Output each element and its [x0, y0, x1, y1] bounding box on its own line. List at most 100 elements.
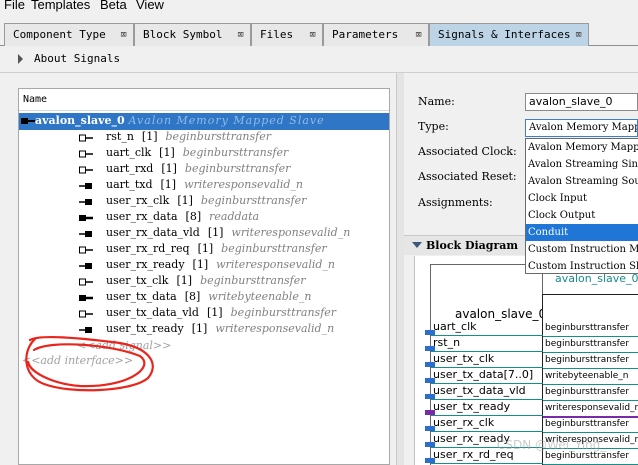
menu-beta[interactable]: Beta — [100, 0, 127, 12]
type-label: Type: — [418, 120, 449, 133]
port-signal-type: beginbursttransfer — [200, 194, 307, 207]
input-port-icon — [79, 327, 92, 333]
port-row[interactable]: uart_rxd [1] beginbursttransfer — [19, 162, 389, 178]
add-signal-link[interactable]: <<add signal>> — [77, 339, 171, 352]
block-port-label: user_tx_ready — [433, 400, 511, 413]
signal-wire — [543, 416, 638, 418]
port-row[interactable]: rst_n [1] beginbursttransfer — [19, 130, 389, 146]
signal-wire — [543, 336, 638, 337]
split-divider[interactable] — [396, 73, 404, 465]
port-label: user_tx_data_vld — [106, 306, 199, 319]
port-label: user_tx_clk — [106, 274, 169, 287]
port-label: user_tx_data — [106, 290, 177, 303]
type-option[interactable]: Clock Output — [526, 207, 638, 224]
port-label: user_rx_ready — [106, 258, 185, 271]
port-width: [1] — [197, 242, 214, 255]
port-signal-type: beginbursttransfer — [165, 130, 271, 143]
type-option[interactable]: Avalon Streaming Sink — [526, 156, 638, 173]
interface-type: Avalon Memory Mapped Slave — [128, 114, 325, 127]
signals-tree[interactable]: Name avalon_slave_0 Avalon Memory Mapped… — [18, 88, 390, 465]
port-signal-type: beginbursttransfer — [182, 146, 289, 159]
input-port-icon — [79, 183, 92, 189]
block-port: user_tx_clk — [425, 352, 543, 368]
close-icon[interactable]: ⌧ — [309, 24, 316, 45]
port-row[interactable]: user_tx_ready [1] writeresponsevalid_n — [19, 322, 389, 338]
tab-parameters[interactable]: Parameters ⌧ — [323, 23, 429, 46]
port-signal-type: beginbursttransfer — [184, 162, 291, 175]
signal-wire — [543, 384, 638, 385]
type-option[interactable]: Custom Instruction Master — [526, 241, 638, 258]
port-row[interactable]: uart_clk [1] beginbursttransfer — [19, 146, 389, 162]
port-label: uart_txd — [106, 178, 153, 191]
port-label: user_rx_rd_req — [106, 242, 190, 255]
interface-name-input[interactable]: avalon_slave_0 — [525, 93, 638, 111]
expand-triangle-icon[interactable] — [18, 54, 23, 64]
watermark: CSDN @Wei_Ying_ — [497, 438, 607, 452]
port-row[interactable]: user_tx_data [8] writebyteenable_n — [19, 290, 389, 306]
port-row[interactable]: user_rx_ready [1] writeresponsevalid_n — [19, 258, 389, 274]
port-name: user_tx_data_vld [1] beginbursttransfer — [106, 306, 336, 319]
port-label: user_tx_ready — [106, 322, 184, 335]
close-icon[interactable]: ⌧ — [575, 24, 582, 45]
block-signal-type: beginbursttransfer — [545, 339, 630, 349]
collapse-triangle-icon[interactable] — [412, 242, 422, 248]
close-icon[interactable]: ⌧ — [415, 24, 422, 45]
assignments-label: Assignments: — [418, 196, 493, 209]
port-width: [1] — [177, 194, 193, 207]
port-row[interactable]: user_rx_data_vld [1] writeresponsevalid_n — [19, 226, 389, 242]
tab-label: Block Symbol — [143, 28, 223, 41]
type-option[interactable]: Avalon Streaming Source — [526, 173, 638, 190]
tab-component-type[interactable]: Component Type ⌧ — [4, 23, 134, 46]
block-port-label: user_tx_data[7..0] — [433, 368, 534, 381]
port-row[interactable]: uart_txd [1] writeresponsevalid_n — [19, 178, 389, 194]
type-select[interactable]: Avalon Memory Mapped Slave — [525, 119, 638, 137]
tab-signals-interfaces[interactable]: Signals & Interfaces ⌧ — [429, 23, 589, 46]
menu-view[interactable]: View — [136, 0, 164, 12]
close-icon[interactable]: ⌧ — [120, 24, 127, 45]
type-option[interactable]: Avalon Memory Mapped Master — [526, 139, 638, 156]
tab-block-symbol[interactable]: Block Symbol ⌧ — [134, 23, 251, 46]
type-option[interactable]: Custom Instruction Slave — [526, 258, 638, 273]
input-port-icon — [79, 263, 92, 269]
port-name: uart_clk [1] beginbursttransfer — [106, 146, 288, 159]
signal-wire — [543, 400, 638, 401]
block-signal-type: writeresponsevalid_n — [545, 403, 638, 413]
interface-row-avalon-slave-0[interactable]: avalon_slave_0 Avalon Memory Mapped Slav… — [19, 113, 389, 130]
block-port-label: user_rx_clk — [433, 416, 495, 429]
port-row[interactable]: user_rx_clk [1] beginbursttransfer — [19, 194, 389, 210]
block-port: user_tx_data[7..0] — [425, 368, 543, 384]
type-dropdown-list[interactable]: Avalon Memory Mapped MasterAvalon Stream… — [525, 138, 638, 274]
port-width: [1] — [206, 306, 223, 319]
block-signal-type: beginbursttransfer — [545, 451, 630, 461]
port-row[interactable]: user_rx_data [8] readdata — [19, 210, 389, 226]
port-name: user_rx_data [8] readdata — [106, 210, 259, 223]
port-name: user_rx_ready [1] writeresponsevalid_n — [106, 258, 335, 271]
tab-label: Signals & Interfaces — [438, 28, 571, 41]
tab-label: Component Type — [13, 28, 106, 41]
input-port-icon — [79, 231, 92, 237]
menu-templates[interactable]: Templates — [31, 0, 90, 12]
block-port: user_rx_clk — [425, 416, 543, 432]
port-row[interactable]: user_tx_data_vld [1] beginbursttransfer — [19, 306, 389, 322]
port-row[interactable]: user_tx_clk [1] beginbursttransfer — [19, 274, 389, 290]
port-signal-type: readdata — [209, 210, 260, 223]
menu-file[interactable]: File — [4, 0, 25, 12]
port-name: uart_txd [1] writeresponsevalid_n — [106, 178, 303, 191]
add-interface-link[interactable]: <<add interface>> — [22, 354, 133, 367]
port-width: [1] — [161, 162, 177, 175]
tab-files[interactable]: Files ⌧ — [251, 23, 323, 46]
block-signal-type: beginbursttransfer — [545, 355, 630, 365]
block-port: rst_n — [425, 336, 543, 352]
name-label: Name: — [418, 95, 455, 108]
port-label: user_rx_data — [106, 210, 178, 223]
block-port-label: uart_clk — [433, 320, 477, 333]
block-port: user_tx_data_vld — [425, 384, 543, 400]
output-port-icon — [79, 134, 93, 142]
about-signals-section[interactable]: About Signals — [0, 47, 638, 73]
type-option[interactable]: Clock Input — [526, 190, 638, 207]
port-row[interactable]: user_rx_rd_req [1] beginbursttransfer — [19, 242, 389, 258]
port-width: [1] — [160, 178, 177, 191]
type-option[interactable]: Conduit — [526, 224, 638, 241]
close-icon[interactable]: ⌧ — [237, 24, 244, 45]
port-label: uart_clk — [106, 146, 152, 159]
